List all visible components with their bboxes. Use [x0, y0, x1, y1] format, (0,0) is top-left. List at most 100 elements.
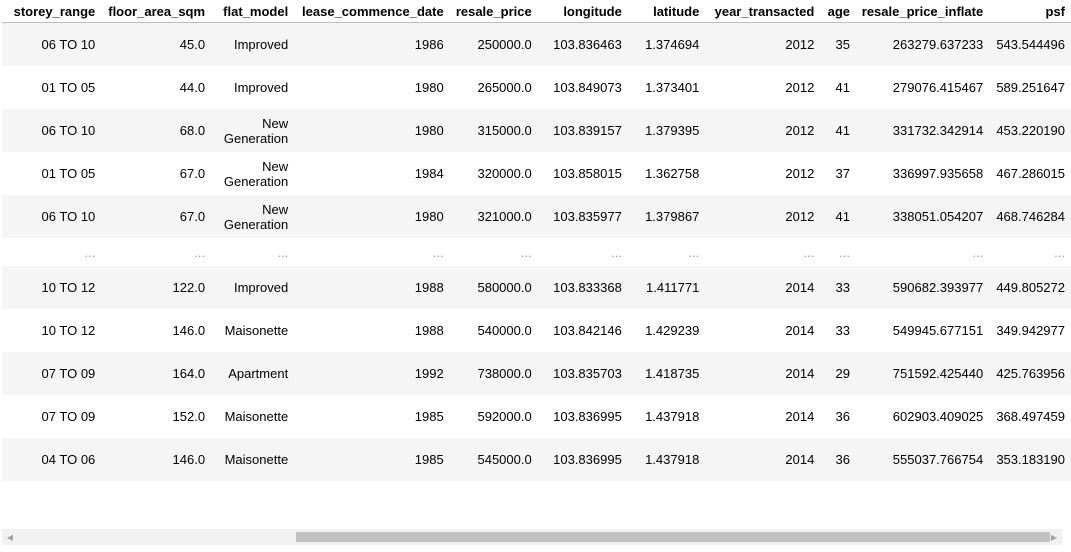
column-header-lease-commence-date: lease_commence_date [294, 0, 450, 23]
cell-lease-commence-date: 1980 [294, 109, 450, 152]
cell-storey-range: 01 TO 05 [2, 66, 102, 109]
horizontal-scrollbar[interactable]: ◀ ▶ [2, 529, 1062, 545]
cell-latitude: 1.429239 [627, 309, 706, 352]
cell-lease-commence-date: 1980 [294, 66, 450, 109]
cell-latitude: 1.379867 [627, 195, 706, 238]
table-body: 06 TO 10 45.0 Improved 1986 250000.0 103.8364… [2, 22, 1071, 481]
cell-resale-price-inflate: 590682.393977 [856, 266, 990, 309]
cell-floor-area-sqm: 67.0 [101, 195, 212, 238]
table-row: 06 TO 10 67.0 New Generation 1980 321000.0 10… [2, 195, 1071, 238]
cell-age: 33 [820, 266, 857, 309]
cell-psf: 449.805272 [989, 266, 1071, 309]
cell-floor-area-sqm: 68.0 [101, 109, 212, 152]
cell-storey-range: 07 TO 09 [2, 395, 102, 438]
cell-lease-commence-date: 1986 [294, 22, 450, 66]
table-row: 01 TO 05 44.0 Improved 1980 265000.0 103.8490… [2, 66, 1071, 109]
cell-storey-range: 07 TO 09 [2, 352, 102, 395]
cell-psf: 368.497459 [989, 395, 1071, 438]
cell-flat-model: Maisonette [211, 438, 295, 481]
cell-longitude: 103.833368 [537, 266, 628, 309]
cell-storey-range: 10 TO 12 [2, 309, 102, 352]
cell-psf: 349.942977 [989, 309, 1071, 352]
cell-resale-price: 580000.0 [449, 266, 538, 309]
cell-resale-price: 320000.0 [449, 152, 538, 195]
triangle-left-icon[interactable]: ◀ [2, 529, 18, 545]
cell-storey-range: 06 TO 10 [2, 109, 102, 152]
cell-storey-range: 01 TO 05 [2, 152, 102, 195]
cell-latitude: 1.379395 [627, 109, 706, 152]
cell-lease-commence-date: 1985 [294, 395, 450, 438]
scrollbar-thumb[interactable] [296, 532, 1050, 542]
cell-age: 37 [820, 152, 857, 195]
cell-flat-model: Maisonette [211, 395, 295, 438]
column-header-flat-model: flat_model [211, 0, 295, 23]
column-header-latitude: latitude [627, 0, 706, 23]
cell-latitude: 1.437918 [627, 395, 706, 438]
dataframe-table: storey_range floor_area_sqm flat_model leas… [2, 0, 1071, 481]
cell-age: 36 [820, 395, 857, 438]
cell-psf: ... [1054, 244, 1065, 260]
cell-resale-price-inflate: 338051.054207 [856, 195, 990, 238]
cell-floor-area-sqm: 67.0 [101, 152, 212, 195]
cell-psf: 425.763956 [989, 352, 1071, 395]
cell-floor-area-sqm: 146.0 [101, 438, 212, 481]
cell-longitude: ... [610, 244, 622, 260]
cell-floor-area-sqm: 164.0 [101, 352, 212, 395]
cell-resale-price-inflate: 336997.935658 [856, 152, 990, 195]
cell-lease-commence-date: ... [432, 244, 444, 260]
cell-resale-price-inflate: 279076.415467 [856, 66, 990, 109]
cell-longitude: 103.839157 [537, 109, 628, 152]
cell-resale-price: 738000.0 [449, 352, 538, 395]
cell-lease-commence-date: 1984 [294, 152, 450, 195]
cell-latitude: 1.374694 [627, 22, 706, 66]
cell-longitude: 103.836995 [537, 438, 628, 481]
cell-resale-price: 540000.0 [449, 309, 538, 352]
cell-resale-price-inflate: 331732.342914 [856, 109, 990, 152]
cell-longitude: 103.836463 [537, 22, 628, 66]
cell-psf: 467.286015 [989, 152, 1071, 195]
cell-age: 41 [820, 195, 857, 238]
cell-resale-price: 592000.0 [449, 395, 538, 438]
column-header-resale-price: resale_price [449, 0, 538, 23]
cell-psf: 468.746284 [989, 195, 1071, 238]
cell-resale-price-inflate: ... [972, 244, 984, 260]
cell-storey-range: 06 TO 10 [2, 22, 102, 66]
cell-year-transacted: 2012 [705, 66, 821, 109]
cell-lease-commence-date: 1992 [294, 352, 450, 395]
ellipsis-row: ................................. [2, 238, 1071, 266]
cell-resale-price-inflate: 263279.637233 [856, 22, 990, 66]
triangle-right-icon[interactable]: ▶ [1046, 529, 1062, 545]
cell-age: 36 [820, 438, 857, 481]
cell-psf: 453.220190 [989, 109, 1071, 152]
cell-age: 33 [820, 309, 857, 352]
cell-flat-model: Improved [211, 22, 295, 66]
cell-flat-model: Improved [211, 66, 295, 109]
cell-lease-commence-date: 1988 [294, 309, 450, 352]
cell-storey-range: 04 TO 06 [2, 438, 102, 481]
cell-flat-model: ... [277, 244, 289, 260]
column-header-floor-area-sqm: floor_area_sqm [101, 0, 212, 23]
cell-latitude: ... [688, 244, 700, 260]
cell-flat-model: New Generation [211, 152, 295, 195]
table-row: 04 TO 06 146.0 Maisonette 1985 545000.0 103.8… [2, 438, 1071, 481]
cell-resale-price-inflate: 751592.425440 [856, 352, 990, 395]
cell-resale-price: 545000.0 [449, 438, 538, 481]
table-row: 10 TO 12 122.0 Improved 1988 580000.0 103.833… [2, 266, 1071, 309]
cell-longitude: 103.835703 [537, 352, 628, 395]
cell-year-transacted: 2012 [705, 195, 821, 238]
header-row: storey_range floor_area_sqm flat_model leas… [2, 0, 1071, 23]
column-header-psf: psf [989, 0, 1071, 23]
cell-resale-price: 265000.0 [449, 66, 538, 109]
cell-storey-range: 06 TO 10 [2, 195, 102, 238]
cell-flat-model: Apartment [211, 352, 295, 395]
cell-longitude: 103.836995 [537, 395, 628, 438]
cell-flat-model: New Generation [211, 195, 295, 238]
cell-floor-area-sqm: 146.0 [101, 309, 212, 352]
cell-latitude: 1.411771 [627, 266, 706, 309]
cell-floor-area-sqm: 152.0 [101, 395, 212, 438]
cell-psf: 543.544496 [989, 22, 1071, 66]
cell-resale-price: ... [520, 244, 532, 260]
cell-year-transacted: 2014 [705, 352, 821, 395]
cell-resale-price-inflate: 555037.766754 [856, 438, 990, 481]
table-row: 01 TO 05 67.0 New Generation 1984 320000.0 10… [2, 152, 1071, 195]
